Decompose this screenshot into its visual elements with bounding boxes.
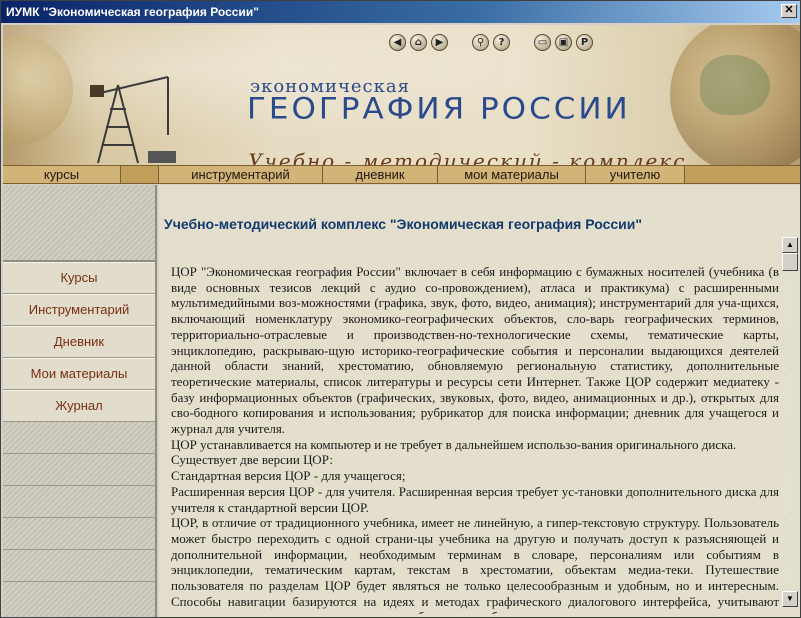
menu-item-my-materials[interactable]: мои материалы bbox=[438, 166, 586, 183]
window-title: ИУМК "Экономическая география России" bbox=[6, 5, 259, 19]
back-icon[interactable]: ◀ bbox=[389, 33, 406, 51]
page-title: Учебно-методический комплекс "Экономичес… bbox=[164, 216, 643, 232]
calendar-icon[interactable]: ▣ bbox=[555, 33, 572, 51]
oil-pump-image bbox=[90, 76, 176, 164]
main-content: Учебно-методический комплекс "Экономичес… bbox=[159, 185, 800, 617]
sidebar-divider bbox=[3, 582, 155, 616]
menu-item-teacher[interactable]: учителю bbox=[586, 166, 685, 183]
sidebar-header-pattern bbox=[3, 185, 155, 262]
scroll-thumb[interactable] bbox=[782, 253, 798, 271]
menu-spacer bbox=[121, 166, 159, 183]
menu-item-diary[interactable]: дневник bbox=[323, 166, 438, 183]
sidebar: Курсы Инструментарий Дневник Мои материа… bbox=[3, 185, 157, 617]
sidebar-divider bbox=[3, 518, 155, 550]
sidebar-item-courses[interactable]: Курсы bbox=[3, 262, 155, 294]
close-icon[interactable]: ✕ bbox=[781, 4, 797, 18]
paragraph: Расширенная версия ЦОР - для учителя. Ра… bbox=[171, 483, 779, 515]
paragraph: Стандартная версия ЦОР - для учащегося; bbox=[171, 468, 406, 484]
sidebar-item-diary[interactable]: Дневник bbox=[3, 326, 155, 358]
logo-title: ГЕОГРАФИЯ РОССИИ bbox=[247, 91, 631, 127]
p-icon[interactable]: P bbox=[576, 33, 593, 51]
sidebar-divider bbox=[3, 454, 155, 486]
help-icon[interactable]: ? bbox=[493, 33, 510, 51]
paragraph: ЦОР, в отличие от традиционного учебника… bbox=[171, 515, 779, 614]
scroll-up-icon[interactable]: ▲ bbox=[782, 237, 798, 253]
app-window: ИУМК "Экономическая география России" ✕ … bbox=[0, 0, 801, 618]
menu-item-tools[interactable]: инструментарий bbox=[159, 166, 323, 183]
monitor-icon[interactable]: ▭ bbox=[534, 33, 551, 51]
paragraph: ЦОР устанавливается на компьютер и не тр… bbox=[171, 436, 737, 452]
sidebar-item-my-materials[interactable]: Мои материалы bbox=[3, 358, 155, 390]
home-icon[interactable]: ⌂ bbox=[410, 33, 427, 51]
menu-item-courses[interactable]: курсы bbox=[3, 166, 121, 183]
window-titlebar[interactable]: ИУМК "Экономическая география России" ✕ bbox=[1, 1, 800, 23]
sidebar-divider bbox=[3, 422, 155, 454]
article-text[interactable]: ЦОР "Экономическая география России" вкл… bbox=[171, 264, 779, 614]
menu-spacer-end bbox=[685, 166, 800, 183]
sidebar-item-tools[interactable]: Инструментарий bbox=[3, 294, 155, 326]
navigation-toolbar: ◀ ⌂ ▶ ⚲ ? ▭ ▣ P bbox=[389, 33, 593, 51]
globe-right-image bbox=[670, 25, 800, 165]
vertical-scrollbar[interactable]: ▲ ▼ bbox=[782, 237, 798, 607]
forward-icon[interactable]: ▶ bbox=[431, 33, 448, 51]
sidebar-divider bbox=[3, 486, 155, 518]
paragraph: ЦОР "Экономическая география России" вкл… bbox=[171, 264, 779, 437]
sidebar-divider bbox=[3, 550, 155, 582]
top-menubar: курсы инструментарий дневник мои материа… bbox=[3, 165, 800, 184]
header-banner: ◀ ⌂ ▶ ⚲ ? ▭ ▣ P экономическая ГЕОГРАФИЯ … bbox=[3, 25, 800, 165]
paragraph: Существует две версии ЦОР: bbox=[171, 452, 334, 468]
sidebar-item-journal[interactable]: Журнал bbox=[3, 390, 155, 422]
scroll-down-icon[interactable]: ▼ bbox=[782, 591, 798, 607]
search-icon[interactable]: ⚲ bbox=[472, 33, 489, 51]
logo-tagline: Учебно - методический - комплекс bbox=[248, 149, 687, 165]
